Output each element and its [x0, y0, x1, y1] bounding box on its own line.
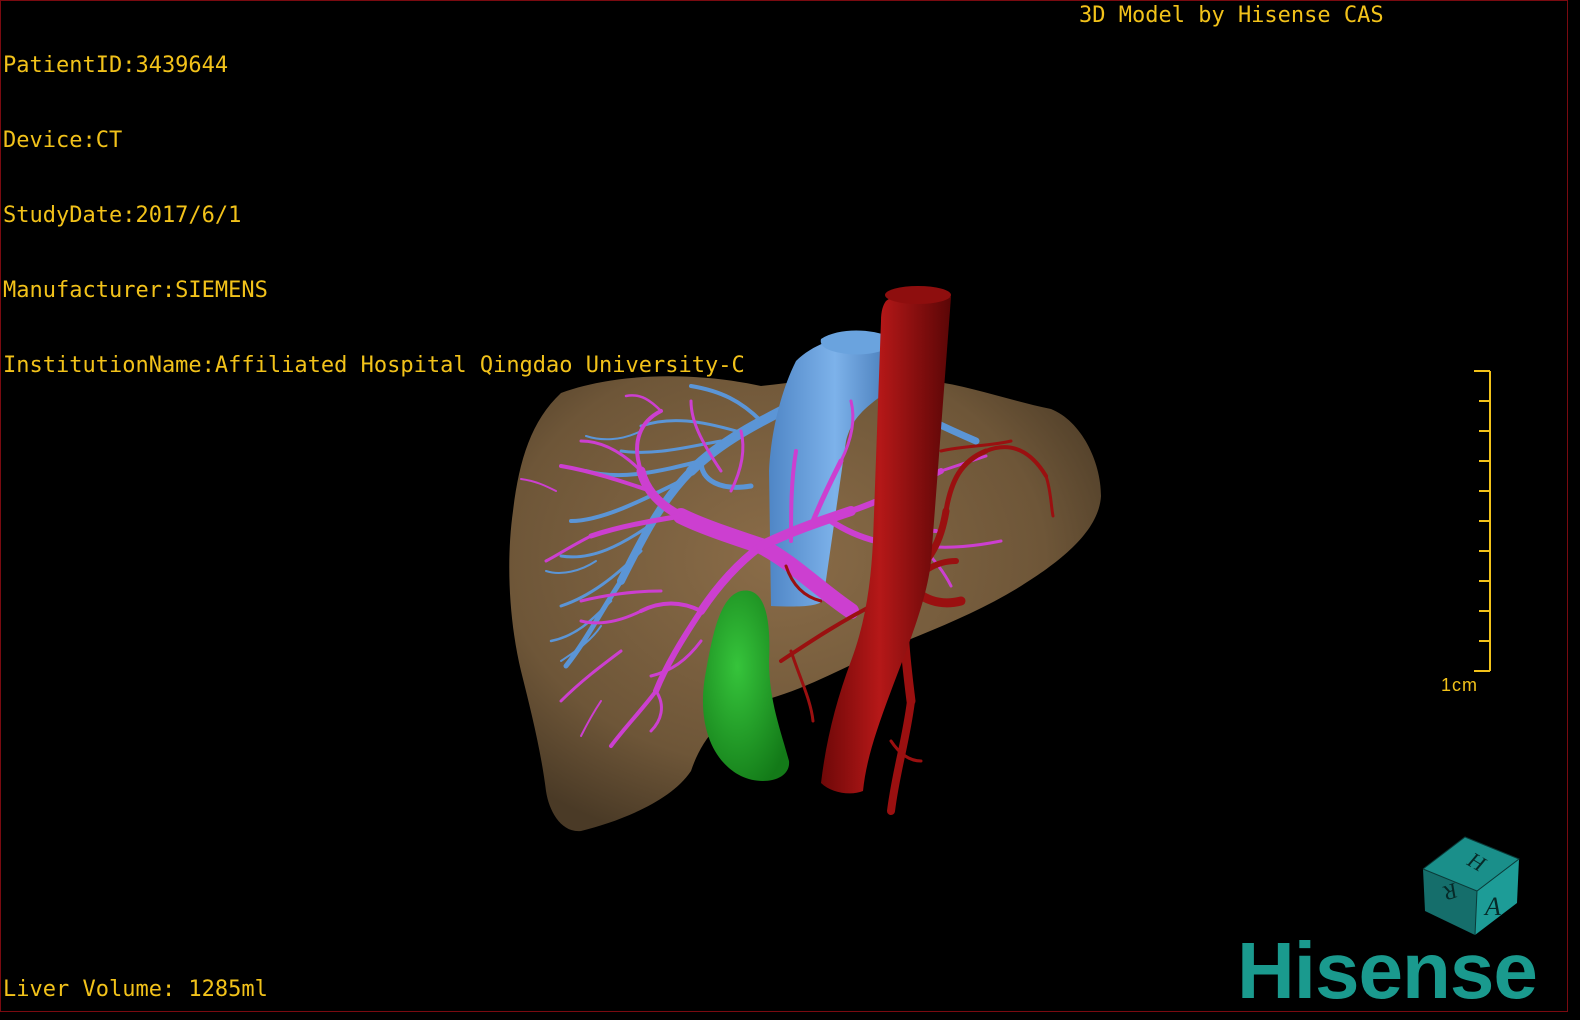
dicom-info-overlay: PatientID:3439644 Device:CT StudyDate:20…	[3, 3, 745, 428]
study-date: StudyDate:2017/6/1	[3, 203, 242, 228]
scale-label: 1cm	[1441, 675, 1479, 695]
institution-name: InstitutionName:Affiliated Hospital Qing…	[3, 353, 745, 378]
device: Device:CT	[3, 128, 123, 153]
orientation-cube[interactable]: H R A	[1419, 831, 1527, 941]
patient-id: PatientID:3439644	[3, 53, 229, 78]
3d-viewport[interactable]: PatientID:3439644 Device:CT StudyDate:20…	[0, 0, 1568, 1012]
cube-face-right: A	[1483, 892, 1501, 921]
scale-bar	[1474, 370, 1491, 672]
hisense-logo: Hisense	[1237, 926, 1538, 1012]
liver-volume: Liver Volume: 1285ml	[3, 977, 268, 1002]
aorta-top	[885, 286, 951, 304]
manufacturer: Manufacturer:SIEMENS	[3, 278, 268, 303]
model-credit: 3D Model by Hisense CAS	[1079, 3, 1384, 28]
